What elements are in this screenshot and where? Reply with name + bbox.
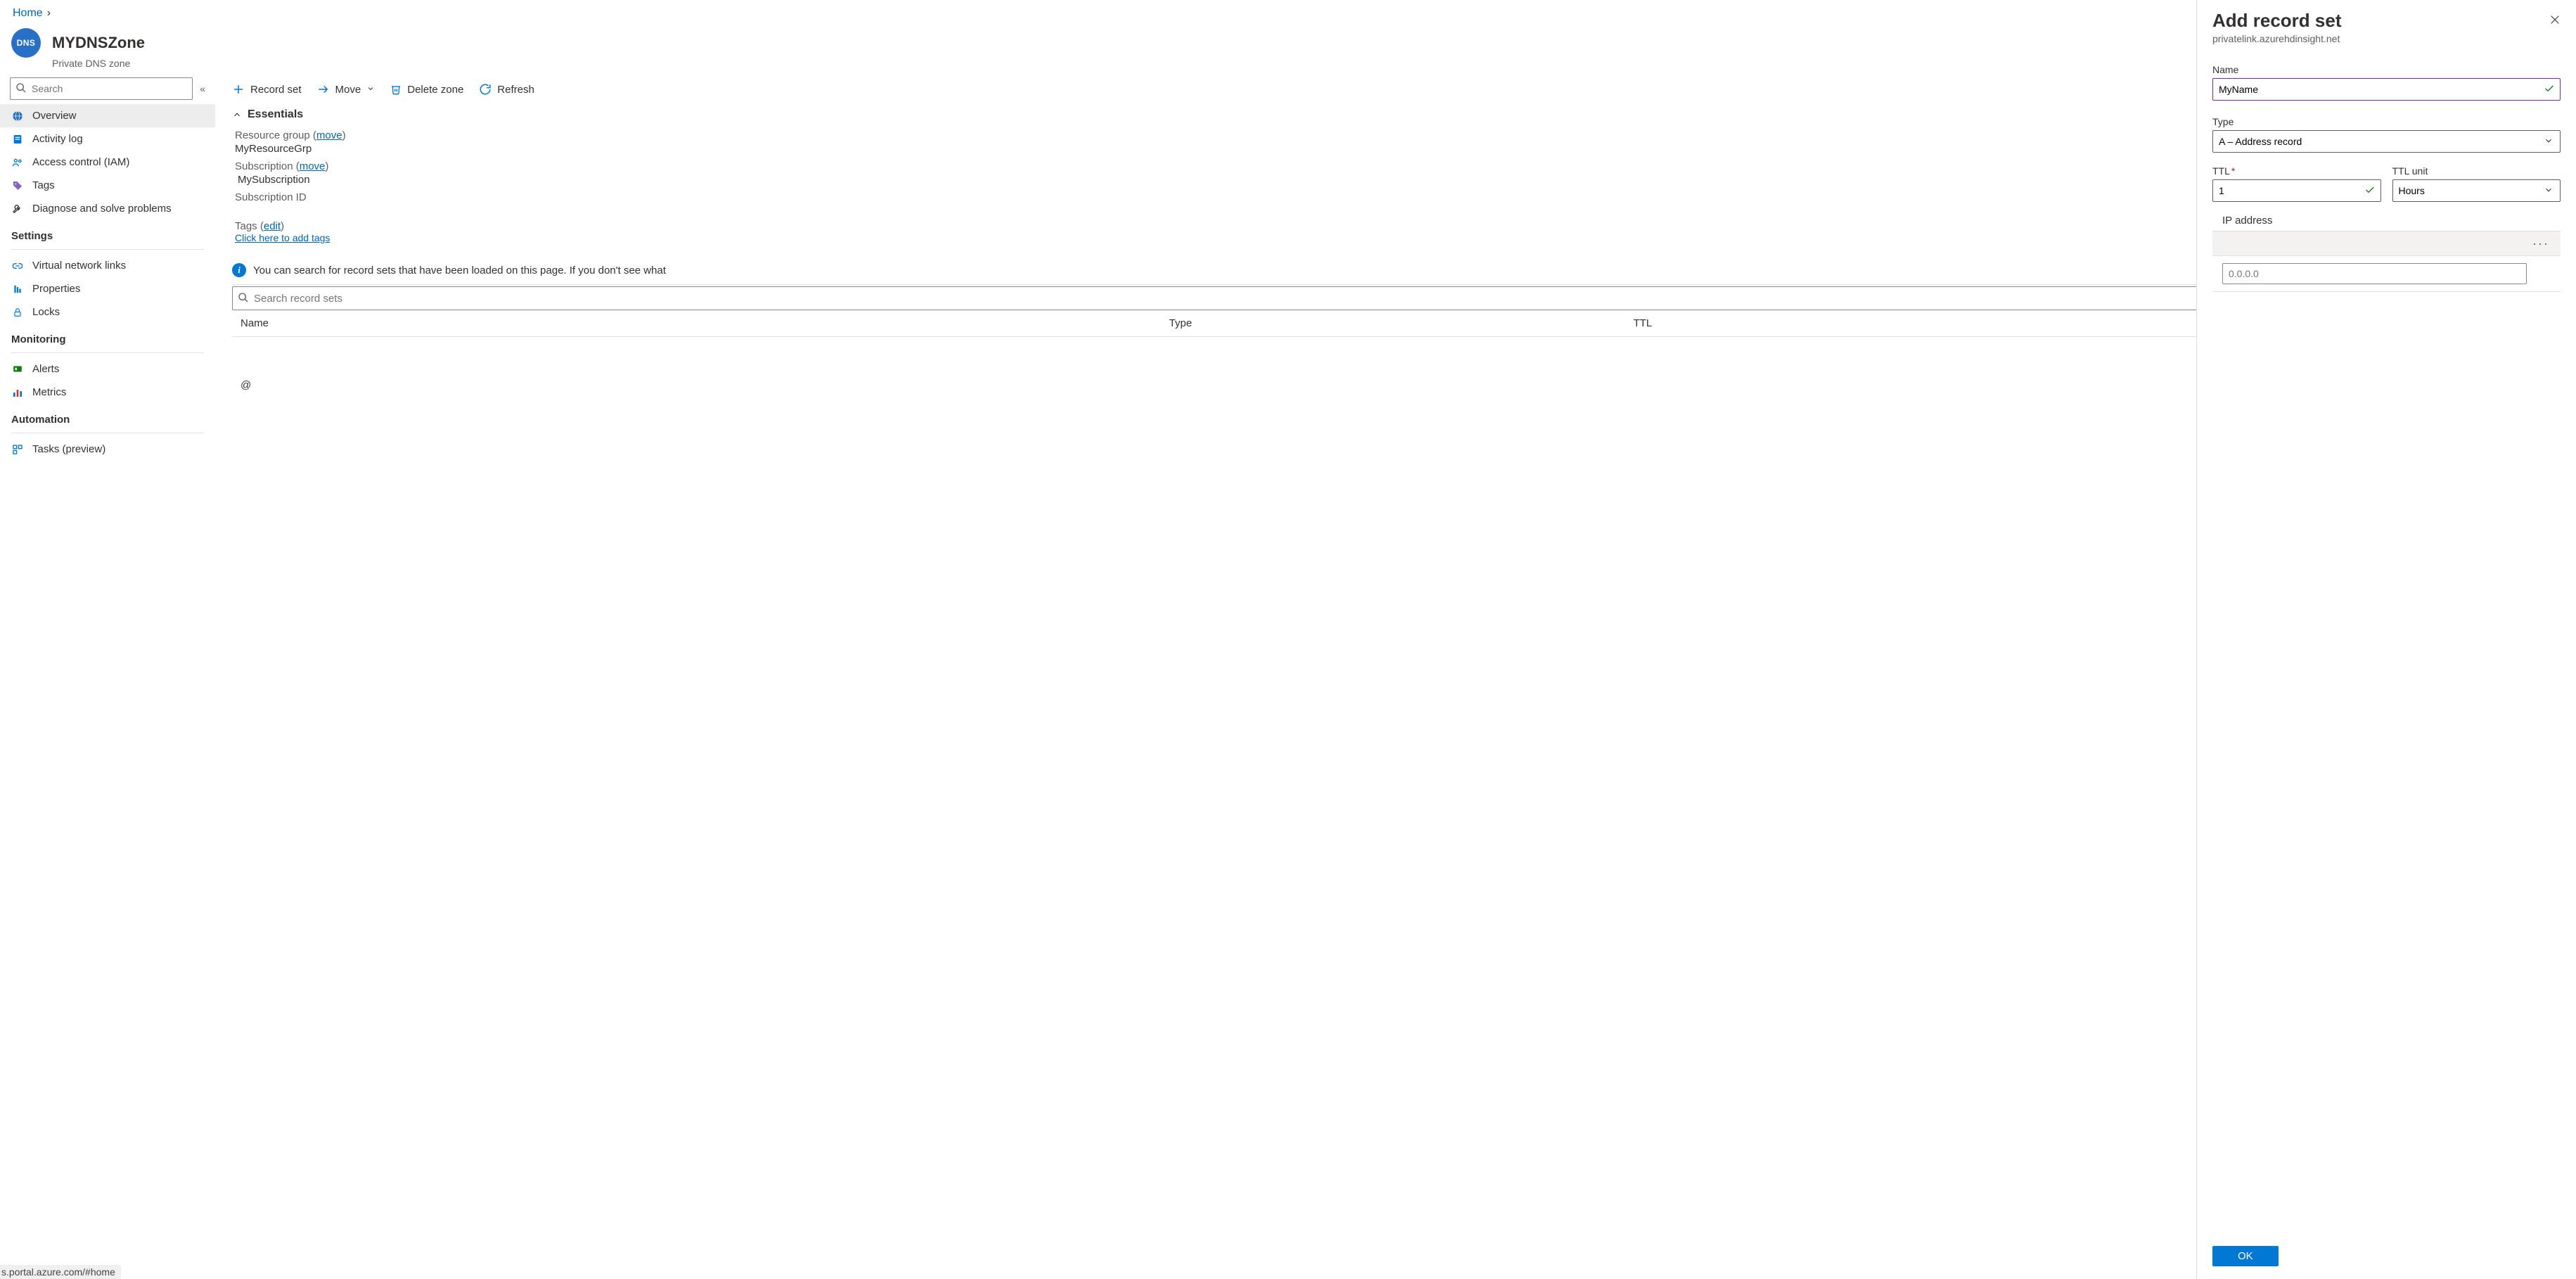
breadcrumb: Home › — [0, 0, 2576, 24]
ttl-label: TTL* — [2212, 153, 2381, 179]
rg-move-link[interactable]: move — [316, 129, 342, 141]
nav-virtual-network-links[interactable]: Virtual network links — [0, 254, 215, 277]
nav-diagnose[interactable]: Diagnose and solve problems — [0, 197, 215, 220]
alerts-icon — [11, 364, 24, 374]
tags-edit-link[interactable]: edit — [264, 220, 281, 232]
nav-search-input[interactable] — [10, 77, 193, 100]
nav-activity-log[interactable]: Activity log — [0, 127, 215, 151]
lock-icon — [11, 307, 24, 318]
name-label: Name — [2212, 57, 2561, 78]
search-icon — [238, 292, 249, 305]
left-navigation: « Overview Activity log — [0, 75, 215, 1279]
info-icon: i — [232, 263, 246, 277]
nav-label: Activity log — [32, 133, 83, 145]
people-icon — [11, 157, 24, 168]
nav-label: Tags — [32, 179, 55, 191]
ok-button[interactable]: OK — [2212, 1246, 2279, 1266]
wrench-icon — [11, 203, 24, 215]
properties-icon — [11, 284, 24, 295]
ip-input[interactable] — [2222, 263, 2527, 284]
breadcrumb-home[interactable]: Home — [13, 7, 43, 20]
toolbar-add-record[interactable]: Record set — [232, 83, 302, 96]
nav-section-monitoring: Monitoring — [0, 324, 215, 348]
nav-label: Access control (IAM) — [32, 156, 129, 168]
panel-title: Add record set — [2212, 10, 2342, 32]
collapse-nav-icon[interactable]: « — [200, 83, 205, 94]
essentials-subid-label: Subscription ID — [235, 191, 307, 203]
add-record-panel: Add record set privatelink.azurehdinsigh… — [2196, 0, 2576, 1279]
sub-move-link[interactable]: move — [300, 160, 326, 172]
col-ttl[interactable]: TTL — [1634, 317, 2098, 329]
add-tags-link[interactable]: Click here to add tags — [235, 232, 330, 243]
resource-title: MYDNSZone — [52, 34, 145, 52]
tasks-icon — [11, 444, 24, 455]
ttl-input[interactable] — [2212, 179, 2381, 202]
status-bar-url: s.portal.azure.com/#home — [0, 1265, 121, 1279]
ip-label: IP address — [2212, 202, 2561, 231]
nav-label: Virtual network links — [32, 260, 126, 272]
col-name[interactable]: Name — [241, 317, 1169, 329]
type-select[interactable]: A – Address record — [2212, 130, 2561, 153]
nav-overview[interactable]: Overview — [0, 104, 215, 127]
nav-properties[interactable]: Properties — [0, 277, 215, 300]
toolbar-refresh[interactable]: Refresh — [479, 83, 534, 96]
nav-access-control[interactable]: Access control (IAM) — [0, 151, 215, 174]
nav-label: Diagnose and solve problems — [32, 203, 172, 215]
nav-section-automation: Automation — [0, 404, 215, 428]
resource-header: DNS MYDNSZone ··· — [0, 24, 2576, 61]
ttl-unit-select[interactable]: Hours — [2392, 179, 2561, 202]
nav-tags[interactable]: Tags — [0, 174, 215, 197]
nav-label: Overview — [32, 110, 77, 122]
activity-log-icon — [11, 134, 24, 145]
essentials-tags-label: Tags (edit) — [235, 220, 284, 232]
metrics-icon — [11, 387, 24, 398]
check-icon — [2364, 184, 2376, 198]
close-icon[interactable] — [2549, 10, 2561, 29]
nav-alerts[interactable]: Alerts — [0, 357, 215, 381]
nav-label: Alerts — [32, 363, 59, 375]
nav-label: Metrics — [32, 386, 66, 398]
ip-more-icon[interactable]: ··· — [2212, 231, 2561, 256]
panel-subtitle: privatelink.azurehdinsight.net — [2197, 32, 2576, 54]
search-icon — [15, 82, 27, 96]
tag-icon — [11, 180, 24, 191]
nav-metrics[interactable]: Metrics — [0, 381, 215, 404]
nav-label: Locks — [32, 306, 60, 318]
nav-label: Tasks (preview) — [32, 443, 105, 455]
record-row-at[interactable]: @ — [241, 379, 251, 391]
chevron-right-icon: › — [47, 7, 51, 20]
toolbar-move[interactable]: Move — [317, 83, 376, 96]
link-icon — [11, 260, 24, 272]
toolbar-delete[interactable]: Delete zone — [390, 83, 463, 96]
ttl-unit-label: TTL unit — [2392, 153, 2561, 179]
type-label: Type — [2212, 101, 2561, 130]
check-icon — [2544, 83, 2555, 96]
nav-section-settings: Settings — [0, 220, 215, 245]
essentials-rg-label: Resource group (move) — [235, 129, 346, 141]
chevron-down-icon — [366, 84, 375, 96]
essentials-sub-label: Subscription (move) — [235, 160, 328, 172]
nav-locks[interactable]: Locks — [0, 300, 215, 324]
nav-tasks[interactable]: Tasks (preview) — [0, 438, 215, 461]
nav-label: Properties — [32, 283, 80, 295]
globe-icon — [11, 110, 24, 122]
resource-icon: DNS — [11, 28, 41, 58]
col-type[interactable]: Type — [1169, 317, 1633, 329]
resource-subtitle: Private DNS zone — [0, 58, 2576, 69]
name-input[interactable] — [2212, 78, 2561, 101]
